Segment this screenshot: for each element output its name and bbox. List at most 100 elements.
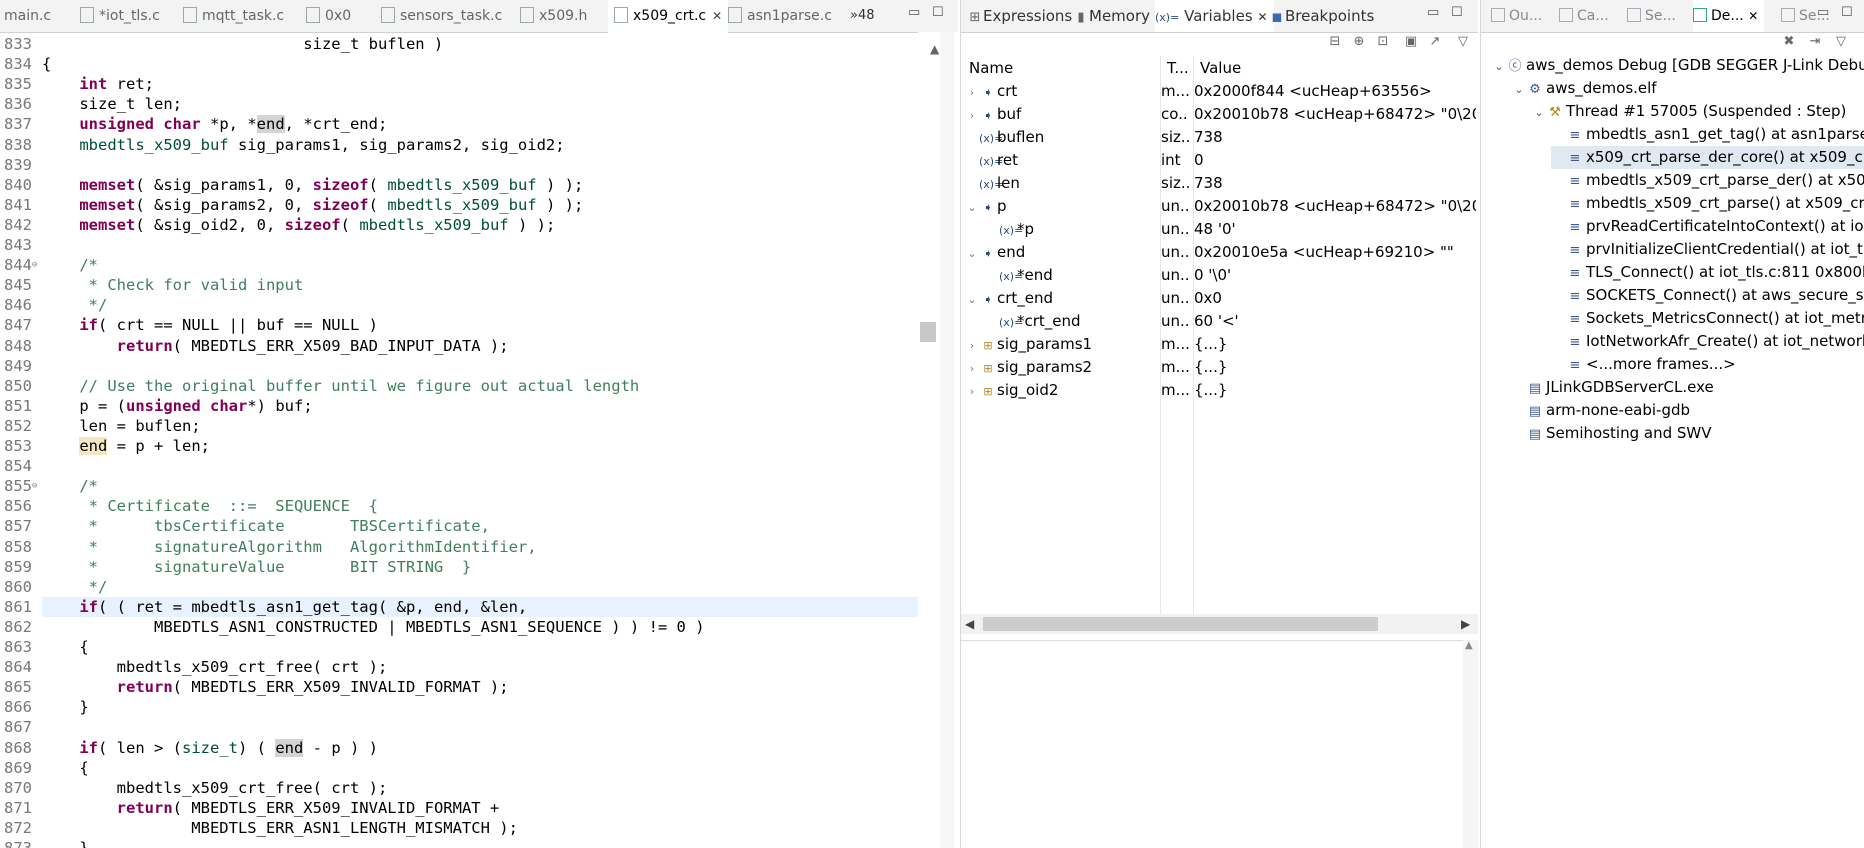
code-line[interactable]: 842 memset( &sig_oid2, 0, sizeof( mbedtl… — [0, 215, 918, 235]
detail-scrollbar[interactable]: ▲ — [1463, 640, 1478, 848]
tab-search[interactable]: Se... — [1627, 0, 1676, 32]
stack-frame-item[interactable]: ≡ prvInitializeClientCredential() at iot_… — [1551, 238, 1864, 261]
chevron-right-icon[interactable]: › — [965, 357, 979, 380]
chevron-right-icon[interactable]: › — [965, 380, 979, 403]
code-line[interactable]: 870 mbedtls_x509_crt_free( crt ); — [0, 778, 918, 798]
tab-mqtt-task-c[interactable]: mqtt_task.c — [183, 0, 284, 32]
code-line[interactable]: 838 mbedtls_x509_buf sig_params1, sig_pa… — [0, 135, 918, 155]
code-line[interactable]: 864 mbedtls_x509_crt_free( crt ); — [0, 657, 918, 677]
tab-overflow-button[interactable]: »48 — [850, 0, 875, 32]
variable-row[interactable]: ⌄ ➧ crt_end un... 0x0 — [961, 287, 1478, 310]
debug-tree-item[interactable]: ⌄ ⓒ aws_demos Debug [GDB SEGGER J-Link Deb… — [1491, 54, 1864, 77]
maximize-icon[interactable]: ☐ — [1451, 5, 1463, 20]
chevron-up-icon[interactable]: ▲ — [930, 42, 939, 56]
variable-row[interactable]: › ⊞ sig_params2 m... {...} — [961, 356, 1478, 379]
maximize-icon[interactable]: ☐ — [1841, 5, 1853, 20]
stack-frame-item[interactable]: ≡ mbedtls_x509_crt_parse_der() at x509_cr… — [1551, 169, 1864, 192]
debug-tree-item[interactable]: ▤ Semihosting and SWV — [1511, 422, 1864, 445]
variable-value[interactable]: {...} — [1194, 356, 1476, 379]
close-icon[interactable]: ✕ — [1257, 10, 1267, 24]
tab-debug[interactable]: De... ✕ — [1693, 0, 1765, 32]
code-line[interactable]: 868 if( len > (size_t) ( end - p ) ) — [0, 738, 918, 758]
scroll-thumb[interactable] — [920, 322, 936, 342]
variable-value[interactable]: 0x20010b78 <ucHeap+68472> "0\202\002 — [1194, 103, 1476, 126]
remove-terminated-icon[interactable]: ✖ — [1781, 34, 1797, 50]
tab-expressions[interactable]: ⊞ Expressions — [967, 0, 1073, 32]
code-line[interactable]: 833 size_t buflen ) — [0, 34, 918, 54]
code-line[interactable]: 862 MBEDTLS_ASN1_CONSTRUCTED | MBEDTLS_A… — [0, 617, 918, 637]
stack-frame-item[interactable]: ≡ SOCKETS_Connect() at aws_secure_socket — [1551, 284, 1864, 307]
chevron-right-icon[interactable]: ▶ — [1461, 614, 1470, 634]
column-header-name[interactable]: Name — [961, 56, 1162, 80]
variable-value[interactable]: {...} — [1194, 379, 1476, 402]
variable-row[interactable]: ⌄ ➧ end un... 0x20010e5a <ucHeap+69210> "" — [961, 241, 1478, 264]
variable-value[interactable]: 0x20010b78 <ucHeap+68472> "0\202\002 — [1194, 195, 1476, 218]
variable-value[interactable]: 0x20010e5a <ucHeap+69210> "" — [1194, 241, 1476, 264]
code-line[interactable]: 844 ⊖ /* — [0, 255, 918, 275]
code-line[interactable]: 872 MBEDTLS_ERR_ASN1_LENGTH_MISMATCH ); — [0, 818, 918, 838]
code-line[interactable]: 865 return( MBEDTLS_ERR_X509_INVALID_FOR… — [0, 677, 918, 697]
chevron-down-icon[interactable]: ⌄ — [965, 288, 979, 311]
show-logical-structure-icon[interactable]: ⊕ — [1351, 34, 1367, 50]
minimize-icon[interactable]: ▭ — [1817, 5, 1829, 20]
stack-frame-item[interactable]: ≡ <...more frames...> — [1551, 353, 1864, 376]
minimize-icon[interactable]: ▭ — [1427, 5, 1439, 20]
tab-breakpoints[interactable]: ◼ Breakpoints — [1269, 0, 1375, 32]
chevron-right-icon[interactable]: › — [965, 104, 979, 127]
code-line[interactable]: 843 — [0, 235, 918, 255]
tab-sensors-task-c[interactable]: sensors_task.c — [381, 0, 502, 32]
code-line[interactable]: 851 p = (unsigned char*) buf; — [0, 396, 918, 416]
close-icon[interactable]: ✕ — [712, 9, 722, 23]
tab-asn1parse-c[interactable]: asn1parse.c — [728, 0, 832, 32]
code-line[interactable]: 858 * signatureAlgorithm AlgorithmIdenti… — [0, 537, 918, 557]
chevron-right-icon[interactable]: › — [965, 81, 979, 104]
variable-row[interactable]: (x)=*endun...0 '\0' — [961, 264, 1478, 287]
variable-row[interactable]: › ⊞ sig_oid2 m... {...} — [961, 379, 1478, 402]
chevron-left-icon[interactable]: ◀ — [965, 614, 974, 634]
code-line[interactable]: 853 end = p + len; — [0, 436, 918, 456]
scroll-thumb[interactable] — [983, 617, 1378, 631]
code-line[interactable]: 860 */ — [0, 577, 918, 597]
variable-row[interactable]: (x)=*crt_endun...60 '<' — [961, 310, 1478, 333]
variable-value[interactable]: 0x2000f844 <ucHeap+63556> — [1194, 80, 1476, 103]
stack-frame-item[interactable]: ≡ Sockets_MetricsConnect() at iot_metrics… — [1551, 307, 1864, 330]
variable-value[interactable]: 60 '<' — [1194, 310, 1476, 333]
column-header-type[interactable]: T... — [1161, 56, 1195, 80]
variable-row[interactable]: › ⊞ sig_params1 m... {...} — [961, 333, 1478, 356]
stack-frame-item[interactable]: ≡ prvReadCertificateIntoContext() at iot_… — [1551, 215, 1864, 238]
variable-detail-pane[interactable] — [961, 640, 1463, 848]
variable-row[interactable]: (x)=lensiz...738 — [961, 172, 1478, 195]
code-line[interactable]: 837 unsigned char *p, *end, *crt_end; — [0, 114, 918, 134]
debug-tree-item[interactable]: ⌄ ⚒ Thread #1 57005 (Suspended : Step) — [1531, 100, 1864, 123]
export-icon[interactable]: ↗ — [1427, 34, 1443, 50]
chevron-down-icon[interactable]: ⌄ — [1531, 101, 1547, 124]
view-menu-icon[interactable]: ▽ — [1455, 34, 1471, 50]
code-line[interactable]: 863 { — [0, 637, 918, 657]
stack-frame-item[interactable]: ≡ mbedtls_asn1_get_tag() at asn1parse.c:1… — [1551, 123, 1864, 146]
chevron-down-icon[interactable]: ⌄ — [965, 196, 979, 219]
editor-scrollbar[interactable]: ▲ — [918, 32, 958, 848]
code-line[interactable]: 866 } — [0, 697, 918, 717]
code-line[interactable]: 846 */ — [0, 295, 918, 315]
chevron-up-icon[interactable]: ▲ — [1465, 640, 1473, 651]
variable-row[interactable]: › ➧ buf co... 0x20010b78 <ucHeap+68472> "0\2… — [961, 103, 1478, 126]
code-area[interactable]: 833 size_t buflen ) 834{835 int ret; 836 s… — [0, 32, 918, 848]
stack-frame-item[interactable]: ≡ mbedtls_x509_crt_parse() at x509_crt.c:… — [1551, 192, 1864, 215]
fold-toggle-icon[interactable]: ⊖ — [32, 255, 37, 275]
chevron-down-icon[interactable]: ⌄ — [1511, 78, 1527, 101]
code-line[interactable]: 873 } — [0, 838, 918, 848]
code-line[interactable]: 856 * Certificate ::= SEQUENCE { — [0, 496, 918, 516]
fold-toggle-icon[interactable]: ⊖ — [32, 476, 37, 496]
code-line[interactable]: 835 int ret; — [0, 74, 918, 94]
variable-value[interactable]: 738 — [1194, 172, 1476, 195]
debug-tree-item[interactable]: ⌄ ⚙ aws_demos.elf — [1511, 77, 1864, 100]
step-into-icon[interactable]: ⇥ — [1807, 34, 1823, 50]
tab-disassembly-0x0[interactable]: 0x0 — [306, 0, 351, 32]
tab-variables[interactable]: (x)= Variables ✕ — [1155, 0, 1274, 32]
chevron-down-icon[interactable]: ⌄ — [1491, 55, 1507, 78]
stack-frame-item[interactable]: ≡ IotNetworkAfr_Create() at iot_network_f… — [1551, 330, 1864, 353]
code-line[interactable]: 855 ⊖ /* — [0, 476, 918, 496]
variable-value[interactable]: {...} — [1194, 333, 1476, 356]
variable-value[interactable]: 0 '\0' — [1194, 264, 1476, 287]
variable-value[interactable]: 0 — [1194, 149, 1476, 172]
